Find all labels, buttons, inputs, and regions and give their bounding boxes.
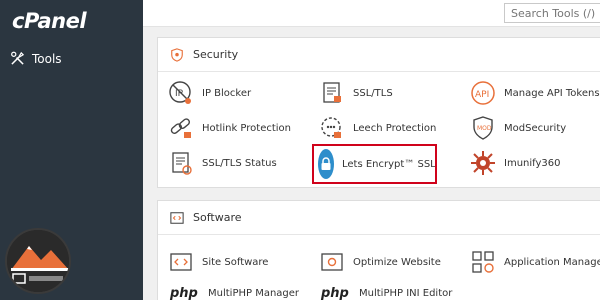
tools-icon [11,51,25,65]
top-bar [143,0,600,27]
tool-site-software[interactable]: Site Software [168,247,268,277]
tool-label: MultiPHP Manager [208,287,300,299]
tool-multiphp-manager[interactable]: php MultiPHP Manager [170,278,299,300]
tool-ip-blocker[interactable]: IP IP Blocker [168,78,251,108]
tool-lets-encrypt-ssl[interactable]: Lets Encrypt™ SSL [312,144,437,184]
tool-label: Imunify360 [504,157,561,169]
tool-multiphp-ini-editor[interactable]: php MultiPHP INI Editor [321,278,452,300]
tool-optimize-website[interactable]: Optimize Website [319,247,441,277]
tool-label: Hotlink Protection [202,122,292,134]
tool-manage-api-tokens[interactable]: API Manage API Tokens [470,78,600,108]
tool-label: SSL/TLS [353,87,393,99]
tool-label: Optimize Website [353,256,441,268]
app-grid-icon [470,249,496,275]
tool-label: Site Software [202,256,269,268]
lock-icon [318,149,334,179]
search-input[interactable] [504,3,600,23]
tool-imunify360[interactable]: Imunify360 [470,148,561,178]
php-logo: php [170,285,198,300]
svg-text:MOD: MOD [477,125,492,132]
security-panel: Security IP IP Blocker SSL/TLS API Manag… [157,37,600,188]
tool-hotlink-protection[interactable]: Hotlink Protection [168,113,291,143]
section-title: Software [193,211,242,224]
software-panel-header[interactable]: Software [158,201,600,235]
optimize-gear-icon [319,249,345,275]
svg-text:API: API [475,90,489,100]
code-brackets-icon [170,211,184,224]
ip-blocker-icon: IP [168,80,194,106]
sidebar: cPanel Tools [0,0,143,300]
mod-shield-icon: MOD [470,115,496,141]
tool-modsecurity[interactable]: MOD ModSecurity [470,113,566,143]
tool-label: MultiPHP INI Editor [359,287,453,299]
shield-icon [171,47,183,62]
tool-label: IP Blocker [202,87,252,99]
software-panel: Software Site Software Optimize Website … [157,200,600,300]
tool-label: Manage API Tokens [504,87,600,99]
cpanel-logo[interactable]: cPanel [12,9,87,33]
api-icon: API [470,80,496,106]
tool-label: SSL/TLS Status [202,157,277,169]
code-window-icon [168,249,194,275]
php-logo: php [321,285,349,300]
tool-label: Leech Protection [353,122,437,134]
tool-application-manager[interactable]: Application Manager [470,247,600,277]
certificate-icon [319,80,345,106]
leech-icon [319,115,345,141]
sidebar-item-label: Tools [32,51,62,66]
imunify-virus-icon [470,150,496,176]
section-title: Security [193,48,239,61]
mountain-logo-icon [7,230,69,292]
tool-ssl-tls-status[interactable]: SSL/TLS Status [168,148,277,178]
security-panel-header[interactable]: Security [158,38,600,72]
tool-label: Lets Encrypt™ SSL [342,158,436,170]
sidebar-item-tools[interactable]: Tools [10,51,62,66]
tool-label: ModSecurity [504,122,567,134]
tool-label: Application Manager [504,256,600,268]
tool-leech-protection[interactable]: Leech Protection [319,113,436,143]
link-chain-icon [168,115,194,141]
status-document-icon [168,150,194,176]
brand-badge-logo [5,228,71,294]
tool-ssl-tls[interactable]: SSL/TLS [319,78,393,108]
